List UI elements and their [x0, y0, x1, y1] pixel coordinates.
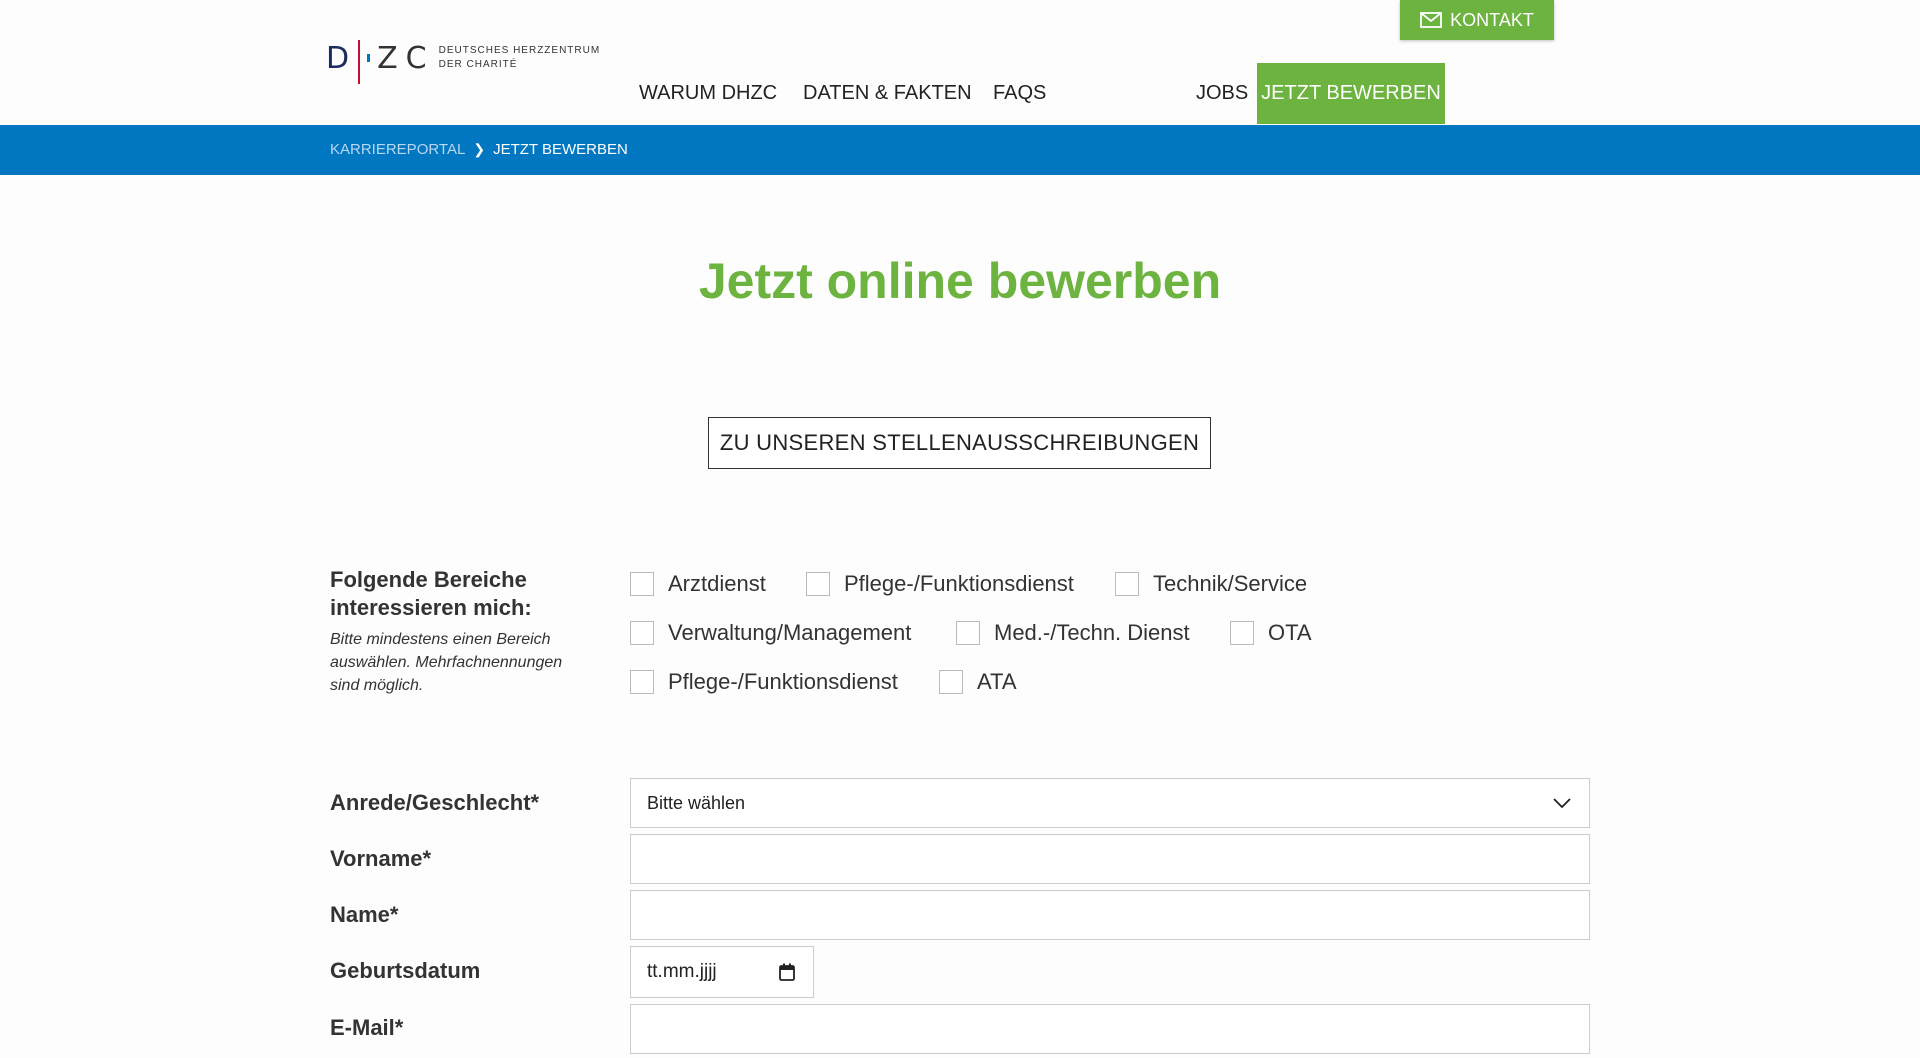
- checkbox-box[interactable]: [630, 621, 654, 645]
- logo[interactable]: DZC DEUTSCHES HERZZENTRUM DER CHARITÉ: [326, 36, 601, 84]
- checkbox-label: Arztdienst: [668, 571, 766, 596]
- interest-label: Folgende Bereiche interessieren mich:: [330, 567, 532, 620]
- logo-text: DEUTSCHES HERZZENTRUM DER CHARITÉ: [439, 44, 601, 72]
- chevron-right-icon: ❯: [473, 141, 486, 157]
- email-label: E-Mail*: [330, 1015, 404, 1040]
- anrede-label: Anrede/Geschlecht*: [330, 790, 540, 815]
- vorname-input[interactable]: [630, 834, 1590, 884]
- calendar-icon[interactable]: [779, 963, 795, 981]
- checkbox-label: Pflege-/Funktionsdienst: [844, 571, 1074, 596]
- nav-jetzt-bewerben[interactable]: JETZT BEWERBEN: [1257, 63, 1445, 124]
- checkbox-label: Technik/Service: [1153, 571, 1308, 596]
- breadcrumb-karriereportal[interactable]: KARRIEREPORTAL: [330, 141, 465, 158]
- kontakt-button[interactable]: KONTAKT: [1400, 0, 1554, 40]
- checkbox-box[interactable]: [956, 621, 980, 645]
- checkbox-label: Med.-/Techn. Dienst: [994, 620, 1190, 645]
- checkbox-pflege-funktionsdienst-2[interactable]: Pflege-/Funktionsdienst: [630, 669, 898, 695]
- checkbox-box[interactable]: [806, 572, 830, 596]
- breadcrumb-current: JETZT BEWERBEN: [493, 141, 628, 158]
- page-title: Jetzt online bewerben: [698, 253, 1222, 309]
- anrede-selected-value: Bitte wählen: [647, 792, 746, 813]
- geburtsdatum-input[interactable]: tt.mm.jjjj: [630, 946, 814, 998]
- checkbox-arztdienst[interactable]: Arztdienst: [630, 571, 766, 597]
- name-label: Name*: [330, 902, 399, 927]
- logo-line2: DER CHARITÉ: [438, 59, 518, 70]
- checkbox-label: Verwaltung/Management: [668, 620, 912, 645]
- chevron-down-icon: [1553, 797, 1571, 808]
- checkbox-ata[interactable]: ATA: [939, 669, 1017, 695]
- geburtsdatum-placeholder: tt.mm.jjjj: [647, 961, 717, 982]
- anrede-select[interactable]: Bitte wählen: [630, 778, 1590, 828]
- vorname-label: Vorname*: [330, 846, 432, 871]
- checkbox-box[interactable]: [1230, 621, 1254, 645]
- logo-line1: DEUTSCHES HERZZENTRUM: [438, 45, 601, 56]
- nav-daten-fakten[interactable]: DATEN & FAKTEN: [803, 82, 972, 105]
- name-input[interactable]: [630, 890, 1590, 940]
- breadcrumb: KARRIEREPORTAL ❯ JETZT BEWERBEN: [330, 141, 628, 158]
- checkbox-label: OTA: [1268, 620, 1312, 645]
- nav-warum-dhzc[interactable]: WARUM DHZC: [639, 82, 777, 105]
- checkbox-verwaltung-management[interactable]: Verwaltung/Management: [630, 620, 911, 646]
- checkbox-box[interactable]: [1115, 572, 1139, 596]
- stellenausschreibungen-button[interactable]: ZU UNSEREN STELLENAUSSCHREIBUNGEN: [708, 417, 1211, 469]
- nav-jobs[interactable]: JOBS: [1196, 82, 1248, 105]
- logo-mark: DZC: [326, 36, 429, 84]
- geburtsdatum-label: Geburtsdatum: [330, 958, 481, 983]
- checkbox-label: Pflege-/Funktionsdienst: [668, 669, 898, 694]
- breadcrumb-bar: [0, 125, 1920, 175]
- checkbox-pflege-funktionsdienst[interactable]: Pflege-/Funktionsdienst: [806, 571, 1074, 597]
- mail-icon: [1420, 12, 1443, 28]
- checkbox-med-techn-dienst[interactable]: Med.-/Techn. Dienst: [956, 620, 1190, 646]
- checkbox-box[interactable]: [630, 572, 654, 596]
- nav-faqs[interactable]: FAQS: [993, 82, 1046, 105]
- checkbox-label: ATA: [977, 669, 1017, 694]
- email-input[interactable]: [630, 1004, 1590, 1054]
- interest-hint: Bitte mindestens einen Bereich auswählen…: [330, 631, 563, 694]
- checkbox-box[interactable]: [939, 670, 963, 694]
- checkbox-box[interactable]: [630, 670, 654, 694]
- checkbox-technik-service[interactable]: Technik/Service: [1115, 571, 1307, 597]
- checkbox-ota[interactable]: OTA: [1230, 620, 1312, 646]
- kontakt-label: KONTAKT: [1450, 9, 1534, 30]
